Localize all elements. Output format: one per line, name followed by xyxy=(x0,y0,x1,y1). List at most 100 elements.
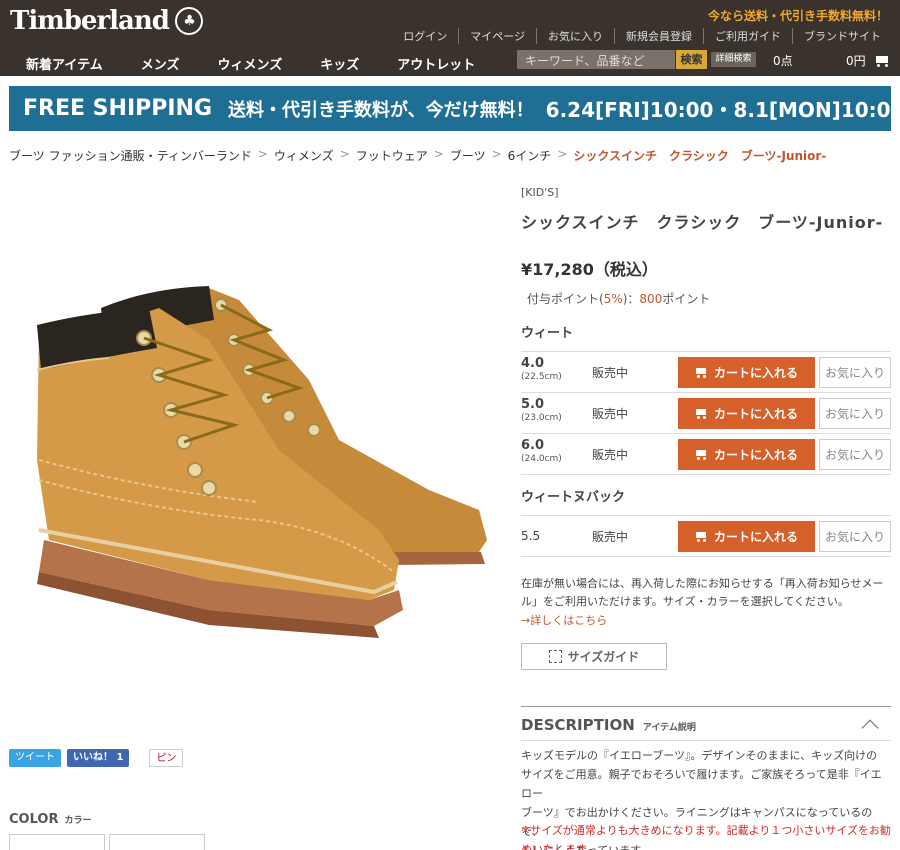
main-nav: 新着アイテム メンズ ウィメンズ キッズ アウトレット xyxy=(26,54,513,73)
product-price: ¥17,280（税込） xyxy=(521,260,658,279)
size-value: 4.0 xyxy=(521,356,545,371)
free-shipping-banner[interactable]: FREE SHIPPING 送料・代引き手数料が、今だけ無料！ 6.24[FRI… xyxy=(9,86,900,131)
favorite-button[interactable]: お気に入り xyxy=(819,398,891,429)
stock-status: 販売中 xyxy=(592,407,629,421)
stock-status: 販売中 xyxy=(592,448,629,462)
size-cm: (22.5cm) xyxy=(521,372,562,382)
logo-text: Timberland xyxy=(10,6,170,36)
add-to-cart-button[interactable]: カートに入れる xyxy=(678,521,815,552)
search-button[interactable]: 検索 xyxy=(676,50,707,69)
product-name: シックスインチ クラシック ブーツ-Junior- xyxy=(521,213,884,232)
social-buttons: ツイート いいね！ 1 ピン xyxy=(9,749,184,767)
nav-outlet[interactable]: アウトレット xyxy=(397,54,475,73)
add-to-cart-button[interactable]: カートに入れる xyxy=(678,357,815,388)
size-value: 5.0 xyxy=(521,397,545,412)
details-link[interactable]: →詳しくはこちら xyxy=(521,612,891,628)
breadcrumb-item[interactable]: 6インチ xyxy=(508,147,552,164)
cart-icon xyxy=(695,367,708,378)
register-link[interactable]: 新規会員登録 xyxy=(614,28,703,44)
banner-dates: 6.24[FRI]10:00・8.1[MON]10:00 xyxy=(545,98,900,122)
breadcrumb-item[interactable]: フットウェア xyxy=(356,147,428,164)
tweet-button[interactable]: ツイート xyxy=(9,749,61,767)
breadcrumb: ブーツ ファッション通販・ティンバーランド > ウィメンズ > フットウェア > ブー… xyxy=(9,147,826,164)
cart-total: 0円 xyxy=(846,54,866,68)
size-warning: ※サイズが通常よりも大きめになります。記載より１つ小さいサイズをお勧 めいたしま… xyxy=(521,821,891,850)
search-input[interactable]: キーワード、品番など xyxy=(517,50,675,69)
nav-kids[interactable]: キッズ xyxy=(320,54,359,73)
boots-illustration xyxy=(36,286,487,638)
nav-new-items[interactable]: 新着アイテム xyxy=(26,54,103,73)
add-to-cart-label: カートに入れる xyxy=(713,448,798,462)
size-guide-label: サイズガイド xyxy=(567,650,640,664)
points-info: 付与ポイント(5%)：800ポイント xyxy=(527,290,710,307)
brand-site-link[interactable]: ブランドサイト xyxy=(792,28,892,44)
add-to-cart-button[interactable]: カートに入れる xyxy=(678,398,815,429)
notice-line: 在庫が無い場合には、再入荷した際にお知らせする「再入荷お知らせメー xyxy=(521,577,884,590)
points-sep: )： xyxy=(622,292,640,306)
cart-icon xyxy=(695,408,708,419)
like-button[interactable]: いいね！ 1 xyxy=(67,749,130,767)
chevron-up-icon[interactable] xyxy=(861,719,879,737)
color-heading: COLOR カラー xyxy=(9,812,92,827)
points-label: 付与ポイント( xyxy=(527,292,604,306)
warning-line: めいたします。 xyxy=(521,843,597,850)
breadcrumb-separator: > xyxy=(491,147,502,161)
divider xyxy=(521,556,891,557)
favorites-link[interactable]: お気に入り xyxy=(536,28,614,44)
product-category: [KID'S] xyxy=(521,186,559,199)
description-line: サイズをご用意。親子でおそろいで履けます。ご家族そろって是非『イエロー xyxy=(521,768,882,800)
add-to-cart-label: カートに入れる xyxy=(713,530,798,544)
add-to-cart-button[interactable]: カートに入れる xyxy=(678,439,815,470)
size-row: 5.0 (23.0cm) 販売中 カートに入れる お気に入り xyxy=(521,392,891,433)
breadcrumb-item[interactable]: ブーツ xyxy=(450,147,486,164)
favorite-button[interactable]: お気に入り xyxy=(819,439,891,470)
favorite-button[interactable]: お気に入り xyxy=(819,357,891,388)
points-count: 0点 xyxy=(773,54,793,68)
timberland-logo[interactable]: Timberland ♣ xyxy=(10,6,203,36)
product-image[interactable] xyxy=(9,180,509,740)
breadcrumb-current: シックスインチ クラシック ブーツ-Junior- xyxy=(573,149,827,163)
variant-group-label: ウィートヌバック xyxy=(521,490,626,505)
advanced-search-button[interactable]: 詳細検索 xyxy=(711,52,756,67)
pin-button[interactable]: ピン xyxy=(149,749,184,767)
promo-text: 今なら送料・代引き手数料無料！ xyxy=(707,9,888,23)
size-guide-button[interactable]: サイズガイド xyxy=(521,643,667,670)
size-value: 5.5 xyxy=(521,529,541,543)
nav-womens[interactable]: ウィメンズ xyxy=(217,54,282,73)
divider xyxy=(521,474,891,475)
nav-mens[interactable]: メンズ xyxy=(141,54,180,73)
add-to-cart-label: カートに入れる xyxy=(713,366,798,380)
description-heading[interactable]: DESCRIPTION アイテム説明 xyxy=(521,716,696,734)
login-link[interactable]: ログイン xyxy=(392,28,458,44)
restock-notice: 在庫が無い場合には、再入荷した際にお知らせする「再入荷お知らせメー ル」をご利用… xyxy=(521,575,891,611)
banner-title: FREE SHIPPING xyxy=(23,96,213,121)
divider xyxy=(521,740,891,741)
mypage-link[interactable]: マイページ xyxy=(458,28,536,44)
color-swatch[interactable] xyxy=(109,834,205,850)
points-suffix: ポイント xyxy=(662,292,711,306)
description-line: キッズモデルの『イエローブーツ』。デザインそのままに、キッズ向けの xyxy=(521,749,878,762)
breadcrumb-item[interactable]: ウィメンズ xyxy=(274,147,334,164)
breadcrumb-separator: > xyxy=(557,147,568,161)
cart-link[interactable]: 0円 xyxy=(846,52,890,69)
color-label: COLOR xyxy=(9,812,59,827)
color-sublabel: カラー xyxy=(64,816,92,826)
breadcrumb-item[interactable]: ブーツ ファッション通販・ティンバーランド xyxy=(9,147,252,164)
size-cm: (23.0cm) xyxy=(521,413,562,423)
notice-line: ル」をご利用いただけます。サイズ・カラーを選択してください。 xyxy=(521,595,849,608)
description-subtitle: アイテム説明 xyxy=(642,723,696,733)
size-cm: (24.0cm) xyxy=(521,454,562,464)
points-value: 800 xyxy=(639,292,663,306)
site-header: Timberland ♣ 今なら送料・代引き手数料無料！ ログイン マイページ … xyxy=(0,0,900,76)
color-swatch[interactable] xyxy=(9,834,105,850)
favorite-button[interactable]: お気に入り xyxy=(819,521,891,552)
guide-link[interactable]: ご利用ガイド xyxy=(703,28,792,44)
warning-line: ※サイズが通常よりも大きめになります。記載より１つ小さいサイズをお勧 xyxy=(521,824,892,837)
size-row: 6.0 (24.0cm) 販売中 カートに入れる お気に入り xyxy=(521,433,891,474)
size-row: 5.5 販売中 カートに入れる お気に入り xyxy=(521,515,891,556)
size-guide-icon xyxy=(548,650,562,663)
stock-status: 販売中 xyxy=(592,530,629,544)
variant-group-label: ウィート xyxy=(521,326,574,341)
tree-icon: ♣ xyxy=(174,7,203,35)
breadcrumb-separator: > xyxy=(339,147,350,161)
